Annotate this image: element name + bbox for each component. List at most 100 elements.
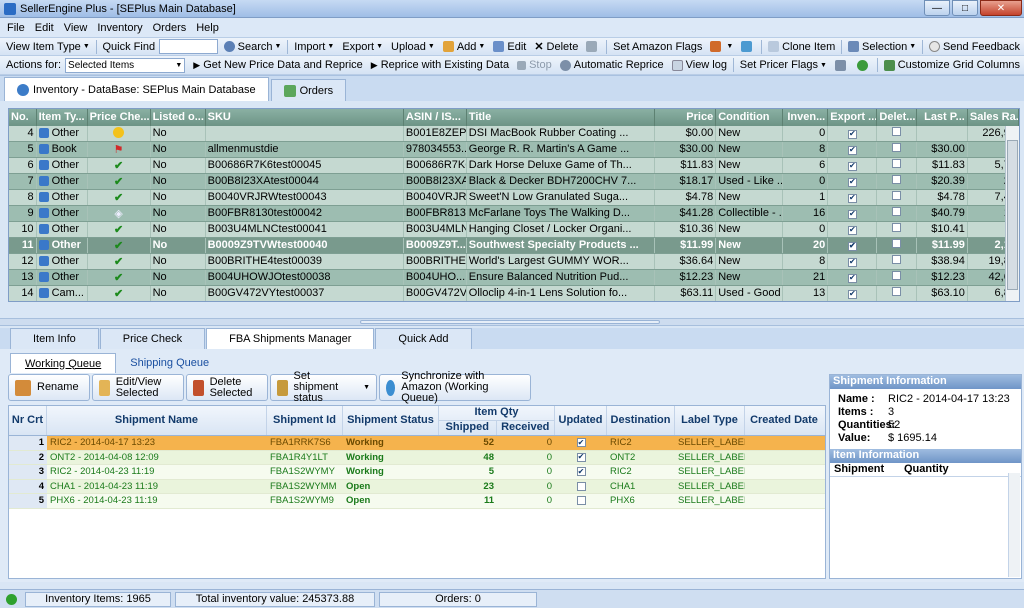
grid-vertical-scrollbar[interactable] [1005, 126, 1019, 301]
grid-col-4[interactable]: SKU [206, 109, 404, 126]
search-button[interactable]: Search ▼ [220, 38, 286, 55]
scrollbar-thumb[interactable] [1007, 140, 1018, 290]
flags-dropdown-button[interactable]: ▼ [706, 38, 737, 55]
selection-button[interactable]: Selection ▼ [844, 38, 920, 55]
edit-button[interactable]: Edit [489, 38, 530, 55]
grid-col-2[interactable]: Price Che... [88, 109, 151, 126]
cell-export-checkbox[interactable]: ✔ [828, 238, 878, 253]
import-button[interactable]: Import ▼ [290, 38, 338, 55]
get-new-price-button[interactable]: ▶ Get New Price Data and Reprice [189, 57, 367, 74]
actions-for-select[interactable]: Selected Items ▼ [65, 57, 186, 73]
export-check[interactable]: ✔ [847, 225, 857, 235]
export-check[interactable]: ✔ [847, 145, 857, 155]
cell-delete-checkbox[interactable] [877, 206, 917, 221]
grid-col-9[interactable]: Inven... [783, 109, 829, 126]
grid-col-11[interactable]: Delet... [877, 109, 917, 126]
grid-col-13[interactable]: Sales Ra... [968, 109, 1019, 126]
cell-export-checkbox[interactable]: ✔ [828, 206, 878, 221]
delete-check[interactable] [892, 287, 902, 296]
tab-inventory[interactable]: Inventory - DataBase: SEPlus Main Databa… [4, 77, 269, 101]
cell-delete-checkbox[interactable] [877, 142, 917, 157]
updated-check[interactable]: ✔ [576, 452, 586, 462]
cell-delete-checkbox[interactable] [877, 270, 917, 285]
edit-view-button[interactable]: Edit/View Selected [92, 374, 184, 401]
updated-check[interactable]: ✔ [576, 467, 586, 477]
shipment-row[interactable]: 4 CHA1 - 2014-04-23 11:19 FBA1S2WYMM Open 23… [9, 479, 825, 494]
grid-row[interactable]: 7 Other ✔ No B00B8I23XAtest00044 B00B8I23XA Bl… [9, 174, 1019, 190]
cell-delete-checkbox[interactable] [877, 126, 917, 141]
add-button[interactable]: Add ▼ [439, 38, 490, 55]
shipment-cell-updated[interactable] [555, 480, 607, 494]
view-item-type-button[interactable]: View Item Type ▼ [2, 38, 94, 55]
shipment-cell-updated[interactable]: ✔ [555, 465, 607, 479]
cell-export-checkbox[interactable]: ✔ [828, 270, 878, 285]
export-button[interactable]: Export ▼ [338, 38, 387, 55]
shipment-row[interactable]: 5 PHX6 - 2014-04-23 11:19 FBA1S2WYM9 Open 11… [9, 494, 825, 509]
splitter-grip[interactable] [360, 320, 660, 324]
export-check[interactable]: ✔ [847, 273, 857, 283]
grid-col-10[interactable]: Export ... [828, 109, 878, 126]
synchronize-button[interactable]: Synchronize with Amazon (Working Queue) [379, 371, 531, 404]
close-button[interactable]: ✕ [980, 0, 1022, 16]
export-check[interactable]: ✔ [847, 161, 857, 171]
delete-selected-button[interactable]: Delete Selected [186, 374, 268, 401]
export-check[interactable]: ✔ [847, 177, 857, 187]
export-check[interactable]: ✔ [847, 193, 857, 203]
menu-file[interactable]: File [2, 22, 30, 34]
export-check[interactable]: ✔ [847, 209, 857, 219]
cell-export-checkbox[interactable]: ✔ [828, 126, 878, 141]
cell-delete-checkbox[interactable] [877, 190, 917, 205]
upload-button[interactable]: Upload ▼ [387, 38, 439, 55]
set-amazon-flags-button[interactable]: Set Amazon Flags [609, 38, 706, 55]
reprice-existing-button[interactable]: ▶ Reprice with Existing Data [367, 57, 513, 74]
delete-check[interactable] [892, 239, 902, 248]
view-log-button[interactable]: View log [668, 57, 731, 74]
pricer-link-button[interactable] [853, 57, 875, 74]
updated-check[interactable] [576, 496, 586, 506]
minimize-button[interactable]: — [924, 0, 950, 16]
delete-button[interactable]: ✕ Delete [530, 38, 582, 55]
delete-check[interactable] [892, 175, 902, 184]
tab-item-info[interactable]: Item Info [10, 328, 99, 349]
stop-button[interactable]: Stop [513, 57, 556, 74]
grid-row[interactable]: 11 Other ✔ No B0009Z9TVWtest00040 B0009Z9T...… [9, 238, 1019, 254]
export-check[interactable]: ✔ [847, 257, 857, 267]
grid-col-8[interactable]: Condition [716, 109, 784, 126]
grid-row[interactable]: 8 Other ✔ NoB0040VRJRWtest00043B0040VRJRWSw… [9, 190, 1019, 206]
delete-check[interactable] [892, 159, 902, 168]
grid-col-6[interactable]: Title [467, 109, 656, 126]
panel-splitter[interactable] [0, 318, 1024, 326]
grid-col-3[interactable]: Listed o... [151, 109, 206, 126]
refresh-button[interactable] [737, 38, 759, 55]
updated-check[interactable] [576, 481, 586, 491]
cell-export-checkbox[interactable]: ✔ [828, 158, 878, 173]
shipment-cell-updated[interactable]: ✔ [555, 451, 607, 465]
menu-help[interactable]: Help [191, 22, 224, 34]
delete-check[interactable] [892, 127, 902, 136]
send-feedback-button[interactable]: Send Feedback [925, 38, 1024, 55]
shipment-row[interactable]: 2 ONT2 - 2014-04-08 12:09 FBA1R4Y1LT Workin… [9, 450, 825, 465]
tab-orders[interactable]: Orders [270, 79, 347, 101]
automatic-reprice-button[interactable]: Automatic Reprice [556, 57, 668, 74]
shipment-cell-updated[interactable] [555, 494, 607, 508]
menu-inventory[interactable]: Inventory [92, 22, 147, 34]
grid-row[interactable]: 14 Cam... ✔ NoB00GV472VYtest00037B00GV472VY… [9, 286, 1019, 301]
cell-export-checkbox[interactable]: ✔ [828, 142, 878, 157]
menu-edit[interactable]: Edit [30, 22, 59, 34]
set-pricer-flags-button[interactable]: Set Pricer Flags ▼ [736, 57, 831, 74]
print-button[interactable] [582, 38, 604, 55]
cell-delete-checkbox[interactable] [877, 222, 917, 237]
menu-view[interactable]: View [59, 22, 93, 34]
grid-col-7[interactable]: Price [655, 109, 717, 126]
export-check[interactable]: ✔ [847, 289, 857, 299]
grid-col-1[interactable]: Item Ty... [37, 109, 88, 126]
shipment-row[interactable]: 1 RIC2 - 2014-04-17 13:23 FBA1RRK7S6 Workin… [9, 436, 825, 451]
tab-fba-shipments[interactable]: FBA Shipments Manager [206, 328, 375, 349]
delete-check[interactable] [892, 255, 902, 264]
cell-export-checkbox[interactable]: ✔ [828, 222, 878, 237]
cell-delete-checkbox[interactable] [877, 286, 917, 301]
export-check[interactable]: ✔ [847, 129, 857, 139]
cell-export-checkbox[interactable]: ✔ [828, 174, 878, 189]
menu-orders[interactable]: Orders [148, 22, 192, 34]
inventory-grid[interactable]: No. Item Ty... Price Che... Listed o... SKU A… [8, 108, 1020, 302]
